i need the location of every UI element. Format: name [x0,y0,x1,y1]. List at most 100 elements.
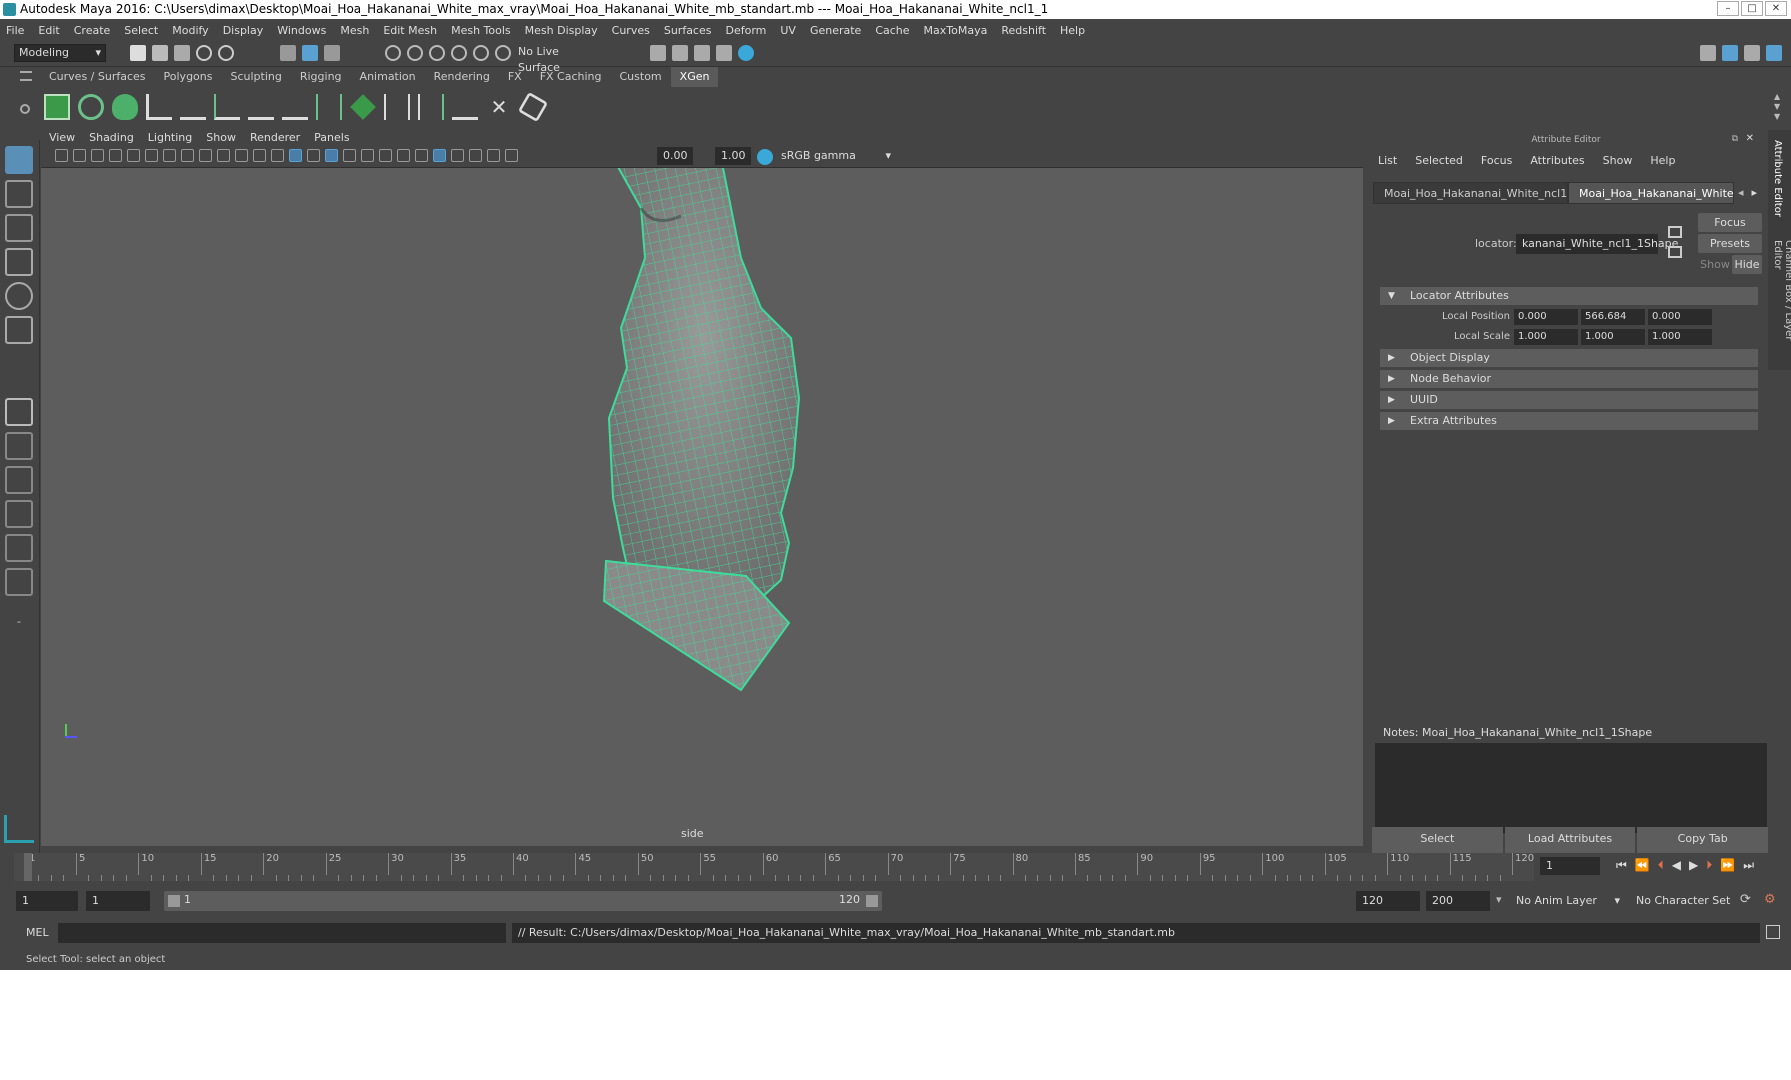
local-position-y[interactable]: 566.684 [1581,309,1645,325]
image-plane-icon[interactable] [109,149,122,162]
groom-add-icon[interactable] [146,94,172,120]
camera-icon[interactable] [55,149,68,162]
shelf-tab-rendering[interactable]: Rendering [425,67,499,87]
lasso-tool-icon[interactable] [5,180,33,208]
camera-attrs-icon[interactable] [73,149,86,162]
redo-icon[interactable] [218,45,234,61]
play-forwards-icon[interactable]: ▶ [1689,858,1698,873]
ipr-render-icon[interactable] [694,45,710,61]
wireframe-on-shaded-icon[interactable] [325,149,338,162]
color-space-selector[interactable]: sRGB gamma ▾ [775,147,895,165]
live-surface-field[interactable]: No Live Surface [514,44,600,74]
tab-scroll-right-icon[interactable]: ▸ [1748,182,1762,204]
menu-uv[interactable]: UV [780,24,796,37]
modeling-toolkit-icon[interactable] [1700,45,1716,61]
persp-graph-icon[interactable] [5,500,33,528]
gamma-field[interactable]: 1.00 [715,147,751,165]
shelf-scroll-icon[interactable]: ▲ ▼ ▼ [1774,92,1780,122]
channel-box-toggle-icon[interactable] [1766,45,1782,61]
save-scene-icon[interactable] [174,45,190,61]
film-gate-icon[interactable] [181,149,194,162]
viewport-menu-show[interactable]: Show [206,130,236,146]
auto-key-icon[interactable]: ⟳ [1740,892,1751,907]
groom-length-icon[interactable] [214,94,240,120]
select-tool-icon[interactable] [5,146,33,174]
menu-mesh[interactable]: Mesh [340,24,369,37]
resolution-gate-icon[interactable] [199,149,212,162]
xgen-library-icon[interactable] [517,91,549,123]
command-input[interactable] [58,923,506,943]
select-node-icon[interactable] [1668,226,1682,238]
menu-surfaces[interactable]: Surfaces [664,24,712,37]
step-back-key-icon[interactable]: ⏪ [1635,858,1650,873]
local-position-x[interactable]: 0.000 [1514,309,1578,325]
focus-button[interactable]: Focus [1698,213,1762,232]
section-locator-attributes[interactable]: ▼ Locator Attributes [1380,287,1758,305]
groom-place-icon[interactable] [180,94,206,120]
float-panel-icon[interactable]: ⧉ [1732,134,1738,144]
shelf-tab-custom[interactable]: Custom [611,67,671,87]
tool-settings-icon[interactable] [1744,45,1760,61]
section-uuid[interactable]: ▶ UUID [1380,391,1758,409]
render-view-icon[interactable] [716,45,732,61]
show-button[interactable]: Show [1700,255,1730,274]
local-scale-y[interactable]: 1.000 [1581,329,1645,345]
tab-scroll-left-icon[interactable]: ◂ [1734,182,1748,204]
snap-pivot-icon[interactable] [495,45,511,61]
animation-start-field[interactable]: 1 [16,891,78,911]
mode-selector[interactable]: Modeling ▾ [14,44,106,62]
menu-windows[interactable]: Windows [277,24,326,37]
menu-deform[interactable]: Deform [725,24,766,37]
gate-mask-icon[interactable] [217,149,230,162]
local-position-z[interactable]: 0.000 [1648,309,1712,325]
side-tab-attribute-editor[interactable]: Attribute Editor [1772,140,1783,217]
ae-menu-focus[interactable]: Focus [1481,154,1512,167]
current-frame-field[interactable]: 1 [1540,857,1600,875]
animation-prefs-icon[interactable]: ⚙ [1764,892,1776,907]
groom-freeze-icon[interactable] [282,94,308,120]
undo-icon[interactable] [196,45,212,61]
move-tool-icon[interactable] [5,248,33,276]
menu-mesh-display[interactable]: Mesh Display [525,24,598,37]
persp-uv-icon[interactable] [5,568,33,596]
hypershade-icon[interactable] [738,45,754,61]
snap-point-icon[interactable] [429,45,445,61]
groom-grab-icon[interactable] [350,94,376,120]
shelf-tab-fx[interactable]: FX [499,67,531,87]
copy-tab-button[interactable]: Copy Tab [1637,827,1769,853]
more-layouts-icon[interactable]: - [5,608,33,636]
anti-aliasing-icon[interactable] [433,149,446,162]
script-editor-icon[interactable] [1766,925,1780,939]
shelf-tab-animation[interactable]: Animation [351,67,425,87]
grid-icon[interactable] [163,149,176,162]
character-set-selector[interactable]: No Character Set [1632,891,1738,911]
load-attributes-button[interactable]: Load Attributes [1504,827,1636,853]
ae-menu-list[interactable]: List [1378,154,1397,167]
anim-layer-selector[interactable]: No Anim Layer ▾ [1512,891,1622,911]
exposure-field[interactable]: 0.00 [657,147,693,165]
local-scale-x[interactable]: 1.000 [1514,329,1578,345]
viewport-menu-renderer[interactable]: Renderer [250,130,300,146]
viewport-side[interactable]: side [41,168,1363,846]
notes-textarea[interactable] [1375,743,1767,833]
shelf-tab-rigging[interactable]: Rigging [291,67,351,87]
groom-cut-icon[interactable] [248,94,274,120]
menu-curves[interactable]: Curves [612,24,650,37]
persp-hypershade-icon[interactable] [5,534,33,562]
render-settings-icon[interactable] [650,45,666,61]
attribute-editor-toggle-icon[interactable] [1722,45,1738,61]
shelf-tab-curves-surfaces[interactable]: Curves / Surfaces [40,67,155,87]
groom-smooth-icon[interactable] [384,94,410,120]
xray-icon[interactable] [469,149,482,162]
presets-button[interactable]: Presets [1698,234,1762,253]
xray-joints-icon[interactable] [487,149,500,162]
wireframe-icon[interactable] [289,149,302,162]
local-scale-z[interactable]: 1.000 [1648,329,1712,345]
menu-help[interactable]: Help [1060,24,1085,37]
shadows-icon[interactable] [379,149,392,162]
select-component-icon[interactable] [324,45,340,61]
menu-redshift[interactable]: Redshift [1001,24,1046,37]
shelf-tab-polygons[interactable]: Polygons [155,67,222,87]
range-handle-end[interactable] [866,895,878,907]
ae-menu-attributes[interactable]: Attributes [1530,154,1584,167]
